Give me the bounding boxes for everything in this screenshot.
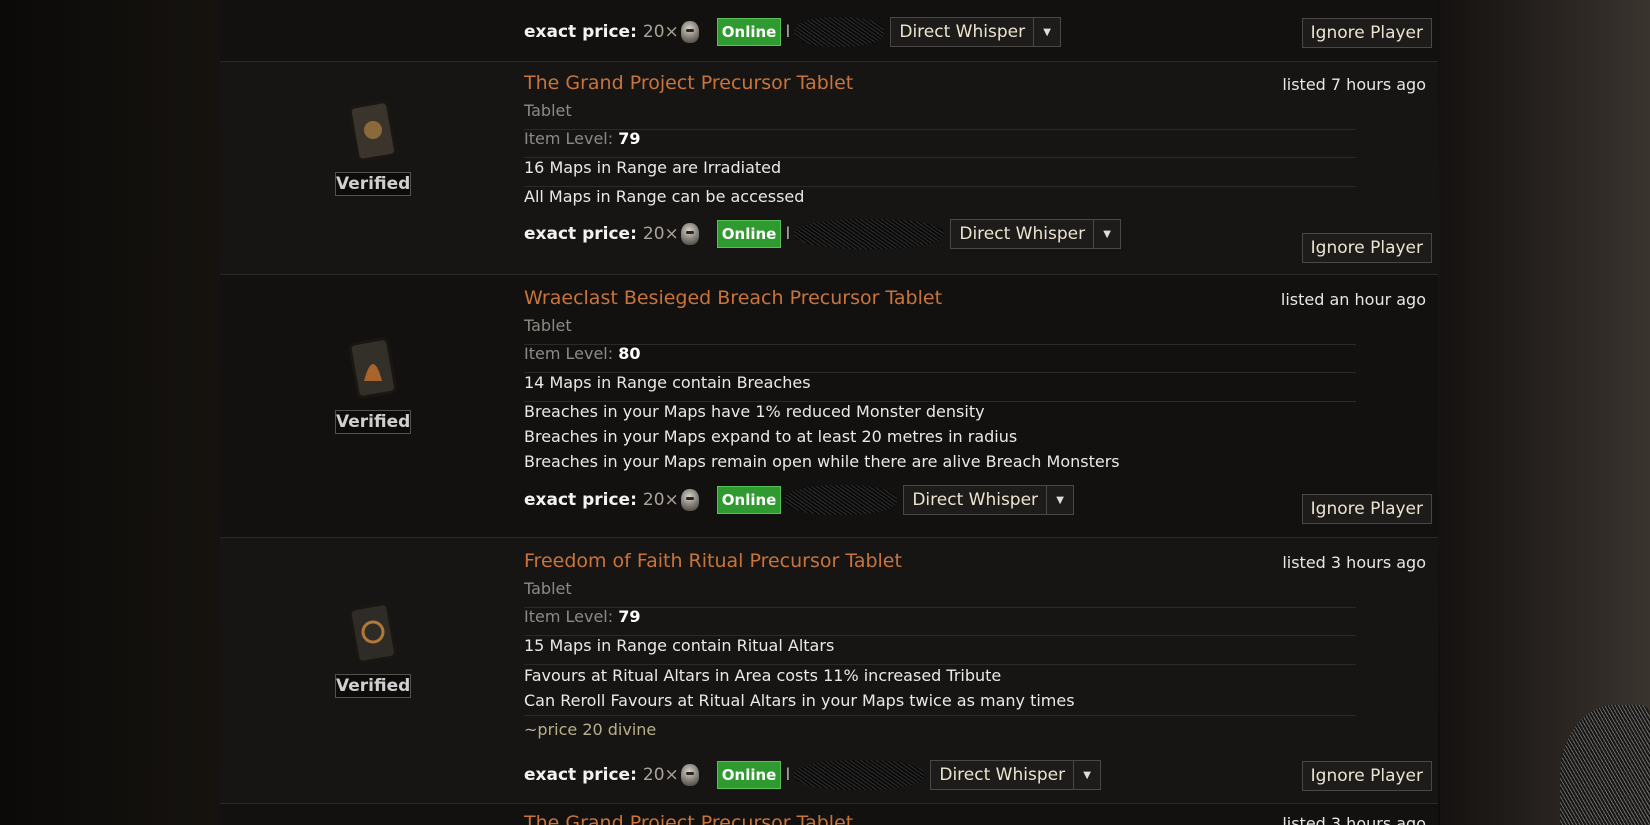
tablet-icon[interactable]	[346, 337, 400, 401]
divine-orb-icon	[680, 21, 699, 43]
verified-badge: Verified	[335, 674, 411, 698]
redacted-seller	[794, 760, 925, 790]
exact-price-label: exact price:	[524, 22, 637, 42]
exact-price-label: exact price:	[524, 224, 637, 244]
verified-badge: Verified	[335, 172, 411, 196]
explicit-mod: Favours at Ritual Altars in Area costs 1…	[524, 666, 1002, 685]
item-icon-column: Verified	[220, 62, 525, 274]
price-value: 20×	[642, 765, 679, 785]
backdrop-left	[0, 0, 220, 825]
explicit-mod: Breaches in your Maps have 1% reduced Mo…	[524, 402, 985, 421]
item-level-label: Item Level:	[524, 344, 614, 363]
item-level-value: 79	[618, 607, 641, 626]
item-title[interactable]: Wraeclast Besieged Breach Precursor Tabl…	[524, 287, 942, 309]
item-level-line: Item Level: 80	[524, 344, 1356, 373]
listing-row: Verified The Grand Project Precursor Tab…	[220, 62, 1438, 275]
online-badge: Online	[716, 486, 782, 514]
exact-price-label: exact price:	[524, 490, 637, 510]
price-value: 20×	[642, 490, 679, 510]
seller-name[interactable]: I	[785, 22, 790, 42]
implicit-mod: 14 Maps in Range contain Breaches	[524, 373, 1356, 402]
caret-down-icon[interactable]: ▼	[1046, 486, 1073, 514]
item-level-value: 80	[618, 344, 641, 363]
direct-whisper-button[interactable]: Direct Whisper ▼	[950, 219, 1122, 249]
item-level-line: Item Level: 79	[524, 129, 1356, 158]
item-icon-column: Verified	[220, 538, 525, 803]
price-row: exact price: 20× Online I Direct Whisper…	[524, 219, 1122, 249]
caret-down-icon[interactable]: ▼	[1073, 761, 1100, 789]
direct-whisper-label: Direct Whisper	[912, 490, 1039, 510]
price-value: 20×	[642, 22, 679, 42]
online-badge: Online	[716, 18, 782, 46]
verified-badge: Verified	[335, 410, 411, 434]
listed-time: listed an hour ago	[1280, 290, 1426, 309]
item-level-label: Item Level:	[524, 129, 614, 148]
listing-row-prev: exact price: 20× Online I Direct Whisper…	[220, 0, 1438, 62]
ignore-player-button[interactable]: Ignore Player	[1301, 18, 1432, 48]
divine-orb-icon	[680, 764, 699, 786]
price-row: exact price: 20× Online I Direct Whisper…	[524, 760, 1102, 790]
explicit-mod: All Maps in Range can be accessed	[524, 187, 805, 206]
direct-whisper-label: Direct Whisper	[939, 765, 1066, 785]
listing-row: Verified Wraeclast Besieged Breach Precu…	[220, 275, 1438, 538]
tablet-icon[interactable]	[346, 602, 400, 666]
item-title[interactable]: The Grand Project Precursor Tablet	[524, 72, 853, 94]
exact-price-label: exact price:	[524, 765, 637, 785]
divine-orb-icon	[680, 223, 699, 245]
price-note: ~price 20 divine	[524, 720, 657, 739]
price-value: 20×	[642, 224, 679, 244]
listing-row-next: The Grand Project Precursor Tablet liste…	[220, 804, 1438, 825]
price-row: exact price: 20× Online I Direct Whisper…	[524, 17, 1062, 47]
ignore-player-button[interactable]: Ignore Player	[1301, 494, 1432, 524]
seller-name[interactable]: I	[785, 765, 790, 785]
caret-down-icon[interactable]: ▼	[1093, 220, 1120, 248]
item-type: Tablet	[524, 316, 1356, 345]
ignore-player-button[interactable]: Ignore Player	[1301, 761, 1432, 791]
listed-time: listed 3 hours ago	[1282, 814, 1426, 825]
explicit-mod: Breaches in your Maps remain open while …	[524, 452, 1120, 471]
caret-down-icon[interactable]: ▼	[1033, 18, 1060, 46]
explicit-mod: Can Reroll Favours at Ritual Altars in y…	[524, 691, 1356, 716]
listed-time: listed 7 hours ago	[1282, 75, 1426, 94]
seller-name[interactable]: I	[785, 224, 790, 244]
redacted-seller	[794, 17, 885, 47]
item-level-value: 79	[618, 129, 641, 148]
direct-whisper-button[interactable]: Direct Whisper ▼	[890, 17, 1062, 47]
ignore-player-button[interactable]: Ignore Player	[1301, 233, 1432, 263]
online-badge: Online	[716, 761, 782, 789]
implicit-mod: 15 Maps in Range contain Ritual Altars	[524, 636, 1356, 665]
direct-whisper-label: Direct Whisper	[899, 22, 1026, 42]
divine-orb-icon	[680, 489, 699, 511]
item-level-line: Item Level: 79	[524, 607, 1356, 636]
backdrop-right	[1440, 0, 1650, 825]
implicit-mod: 16 Maps in Range are Irradiated	[524, 158, 1356, 187]
item-icon-column: Verified	[220, 275, 525, 537]
listed-time: listed 3 hours ago	[1282, 553, 1426, 572]
item-level-label: Item Level:	[524, 607, 614, 626]
listing-row: Verified Freedom of Faith Ritual Precurs…	[220, 538, 1438, 804]
redacted-seller	[794, 219, 945, 249]
online-badge: Online	[716, 220, 782, 248]
redacted-seller	[785, 485, 898, 515]
direct-whisper-button[interactable]: Direct Whisper ▼	[930, 760, 1102, 790]
explicit-mod: Breaches in your Maps expand to at least…	[524, 427, 1018, 446]
direct-whisper-button[interactable]: Direct Whisper ▼	[903, 485, 1075, 515]
price-row: exact price: 20× Online Direct Whisper ▼	[524, 485, 1075, 515]
item-type: Tablet	[524, 101, 1356, 130]
item-title[interactable]: Freedom of Faith Ritual Precursor Tablet	[524, 550, 902, 572]
item-title[interactable]: The Grand Project Precursor Tablet	[524, 812, 853, 825]
tablet-icon[interactable]	[346, 100, 400, 164]
direct-whisper-label: Direct Whisper	[959, 224, 1086, 244]
item-type: Tablet	[524, 579, 1356, 608]
